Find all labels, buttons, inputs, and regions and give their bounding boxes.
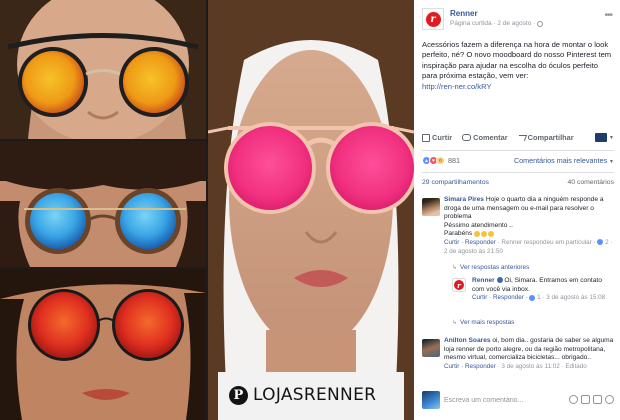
photo-orange-lens-sunglasses[interactable]	[0, 0, 206, 139]
verified-badge-icon	[496, 277, 503, 284]
post-meta: Página curtida · 2 de agosto ·	[450, 20, 544, 27]
post-photo[interactable]: P LOJASRENNER	[0, 0, 414, 420]
avatar[interactable]	[422, 339, 440, 357]
comment-time[interactable]: · 3 de agosto às 11:02 · Editado	[498, 363, 587, 370]
comment-body: Simara Pires Hoje o quarto dia a ninguém…	[444, 196, 614, 256]
comment-text-line-2: Péssimo atendimento ..	[444, 221, 513, 229]
profile-thumbnail	[595, 133, 608, 142]
comment-actions[interactable]: Curtir · Responder	[444, 363, 496, 370]
avatar[interactable]: r	[452, 278, 466, 292]
comment-icon	[462, 134, 472, 141]
like-reaction-icon	[529, 294, 536, 301]
post-header: r Renner Página curtida · 2 de agosto · …	[414, 0, 620, 34]
post-actions: Curtir Comentar Compartilhar ▼	[422, 133, 614, 142]
comment-label: Comentar	[473, 133, 508, 142]
comment-composer	[422, 391, 614, 409]
post-panel: r Renner Página curtida · 2 de agosto · …	[414, 0, 620, 420]
photo-blue-lens-sunglasses[interactable]	[0, 141, 206, 267]
comment-meta: Curtir · Responder · 3 de agosto às 11:0…	[444, 363, 614, 372]
sort-label: Comentários mais relevantes	[513, 156, 608, 165]
sticker-icon[interactable]	[605, 395, 614, 404]
comment-meta: Curtir · Responder · Renner respondeu em…	[444, 238, 613, 255]
divider	[422, 172, 614, 173]
comment-button[interactable]: Comentar	[462, 133, 508, 142]
emoji-icon	[488, 230, 495, 237]
share-button[interactable]: Compartilhar	[516, 133, 574, 142]
my-avatar	[422, 391, 440, 409]
post-text: Acessórios fazem a diferença na hora de …	[422, 40, 614, 92]
emoji-icon	[474, 230, 481, 237]
photo-red-lens-sunglasses[interactable]	[0, 269, 206, 420]
comment-meta: Curtir · Responder · 1 · 3 de agosto às …	[472, 294, 610, 303]
comment-body: Anilton Soares oi, bom dia.. gostaria de…	[444, 337, 614, 371]
share-label: Compartilhar	[527, 133, 574, 142]
comments-list: Simara Pires Hoje o quarto dia a ninguém…	[422, 193, 616, 381]
watermark-text: LOJASRENNER	[253, 385, 377, 405]
emoji-picker-icon[interactable]	[569, 395, 578, 404]
emoji-icon	[481, 230, 488, 237]
comment-like-count: 1	[537, 294, 541, 302]
view-previous-replies[interactable]: ↳ Ver respostas anteriores	[452, 264, 529, 271]
more-options-icon[interactable]: •••	[604, 10, 612, 21]
photo-pink-lens-sunglasses[interactable]	[208, 0, 414, 420]
comment-author[interactable]: Anilton Soares	[444, 337, 491, 344]
view-more-replies-label: Ver mais respostas	[460, 319, 515, 326]
pinterest-icon: P	[229, 385, 248, 405]
gif-icon[interactable]	[593, 395, 602, 404]
post-meta-text: Página curtida · 2 de agosto ·	[450, 20, 536, 27]
comment-text-line-3: Parabéns	[444, 230, 473, 238]
renner-logo-icon: r	[454, 280, 464, 290]
like-reaction-icon	[597, 239, 604, 246]
globe-icon	[537, 20, 544, 27]
renner-logo-icon: r	[425, 11, 441, 27]
chevron-down-icon: ▼	[609, 159, 614, 165]
reply-arrow-icon: ↳	[452, 320, 458, 326]
comment-body: Renner Oi, Simara. Entramos em contato c…	[472, 277, 610, 303]
divider	[422, 150, 614, 151]
camera-icon[interactable]	[581, 395, 590, 404]
shares-count[interactable]: 29 compartilhamentos	[422, 179, 489, 186]
like-button[interactable]: Curtir	[422, 133, 452, 142]
page-avatar[interactable]: r	[422, 8, 444, 30]
avatar[interactable]	[422, 198, 440, 216]
chevron-down-icon: ▼	[609, 134, 614, 141]
share-icon	[516, 134, 527, 141]
reactions-summary[interactable]: ▲ ♥ o 881 Comentários mais relevantes ▼	[422, 156, 614, 165]
post-as-selector[interactable]: ▼	[595, 133, 614, 142]
post-body: Acessórios fazem a diferença na hora de …	[422, 40, 612, 81]
page-name-link[interactable]: Renner	[450, 9, 478, 18]
post-counts: 29 compartilhamentos 40 comentários	[422, 179, 614, 186]
comment-like-count: 2	[605, 238, 609, 246]
private-reply-note: Renner respondeu em particular	[501, 238, 592, 246]
comment-actions[interactable]: Curtir · Responder ·	[472, 294, 528, 301]
comments-count[interactable]: 40 comentários	[568, 179, 614, 186]
comment-author[interactable]: Renner	[472, 277, 495, 284]
comment-actions[interactable]: Curtir · Responder	[444, 239, 496, 246]
comment-sort-dropdown[interactable]: Comentários mais relevantes ▼	[514, 156, 614, 165]
reaction-count: 881	[448, 156, 460, 165]
composer-tools	[569, 395, 614, 404]
like-label: Curtir	[432, 133, 453, 142]
view-previous-replies-label: Ver respostas anteriores	[460, 264, 530, 271]
comment-author[interactable]: Simara Pires	[444, 196, 484, 203]
view-more-replies[interactable]: ↳ Ver mais respostas	[452, 319, 514, 326]
wow-reaction-icon: o	[436, 156, 445, 165]
comment-time[interactable]: · 3 de agosto às 15:08	[542, 294, 605, 301]
reply-arrow-icon: ↳	[452, 265, 458, 271]
post-link[interactable]: http://ren-ner.co/kRY	[422, 82, 614, 92]
pinterest-watermark: P LOJASRENNER	[229, 382, 409, 408]
thumbs-up-icon	[422, 133, 430, 142]
